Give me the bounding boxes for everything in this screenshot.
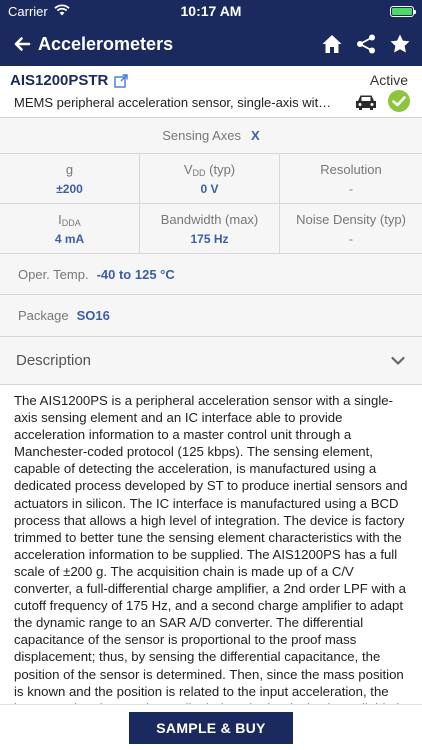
- star-icon[interactable]: [388, 32, 412, 56]
- spec-cell-bandwidth: Bandwidth (max) 175 Hz: [140, 204, 280, 254]
- package-row: Package SO16: [0, 295, 422, 337]
- status-bar: Carrier 10:17 AM: [0, 0, 422, 22]
- description-toggle[interactable]: Description: [0, 337, 422, 385]
- external-link-icon[interactable]: [114, 73, 129, 88]
- chevron-down-icon[interactable]: [390, 353, 406, 369]
- spec-label-g: g: [65, 162, 74, 177]
- package-label: Package: [18, 308, 69, 323]
- active-check-icon: [388, 90, 410, 117]
- operating-temp-label: Oper. Temp.: [18, 266, 89, 282]
- sensing-axes-value: X: [251, 128, 260, 143]
- automotive-car-icon: [354, 93, 380, 113]
- home-icon[interactable]: [320, 32, 344, 56]
- spec-value-noise-density: -: [349, 232, 353, 246]
- part-number[interactable]: AIS1200PSTR: [10, 72, 108, 89]
- spec-label-bandwidth: Bandwidth (max): [160, 212, 259, 227]
- spec-label-noise-density: Noise Density (typ): [296, 212, 406, 227]
- product-status: Active: [369, 72, 408, 88]
- spec-cell-idda: IDDA 4 mA: [0, 204, 140, 254]
- product-header: AIS1200PSTR Active MEMS peripheral accel…: [0, 66, 422, 118]
- operating-temp-row: Oper. Temp. -40 to 125 °C: [0, 254, 422, 295]
- description-body: The AIS1200PS is a peripheral accelerati…: [0, 386, 422, 704]
- spec-value-g: ±200: [56, 182, 83, 196]
- sample-and-buy-button[interactable]: SAMPLE & BUY: [129, 711, 293, 744]
- spec-cell-resolution: Resolution -: [280, 154, 422, 204]
- carrier-label: Carrier: [8, 3, 48, 19]
- top-bar: Carrier 10:17 AM Accelerometers: [0, 0, 422, 66]
- footer-bar: SAMPLE & BUY: [0, 704, 422, 750]
- product-description: MEMS peripheral acceleration sensor, sin…: [14, 95, 332, 110]
- spec-label-idda: IDDA: [58, 212, 81, 228]
- page-title: Accelerometers: [38, 33, 174, 54]
- spec-cell-vdd: VDD (typ) 0 V: [140, 154, 280, 204]
- battery-icon: [390, 5, 416, 17]
- share-icon[interactable]: [354, 32, 378, 56]
- package-value: SO16: [76, 308, 110, 323]
- spec-cell-noise-density: Noise Density (typ) -: [280, 204, 422, 254]
- back-arrow-icon[interactable]: [10, 32, 34, 56]
- spec-value-resolution: -: [349, 182, 353, 196]
- operating-temp-value: -40 to 125 °C: [96, 266, 175, 282]
- sensing-axes-label: Sensing Axes: [162, 128, 242, 143]
- wifi-icon: [54, 3, 70, 19]
- spec-cell-g: g ±200: [0, 154, 140, 204]
- spec-value-bandwidth: 175 Hz: [190, 232, 229, 246]
- spec-label-resolution: Resolution: [320, 162, 382, 177]
- sensing-axes-row: Sensing Axes X: [0, 118, 422, 154]
- battery-fill: [392, 7, 412, 15]
- navigation-bar: Accelerometers: [0, 22, 422, 66]
- spec-value-vdd: 0 V: [200, 182, 219, 196]
- description-title: Description: [16, 352, 92, 369]
- spec-label-vdd: VDD (typ): [183, 162, 236, 178]
- spec-grid: g ±200 VDD (typ) 0 V Resolution - IDDA 4…: [0, 154, 422, 254]
- spec-value-idda: 4 mA: [54, 232, 85, 246]
